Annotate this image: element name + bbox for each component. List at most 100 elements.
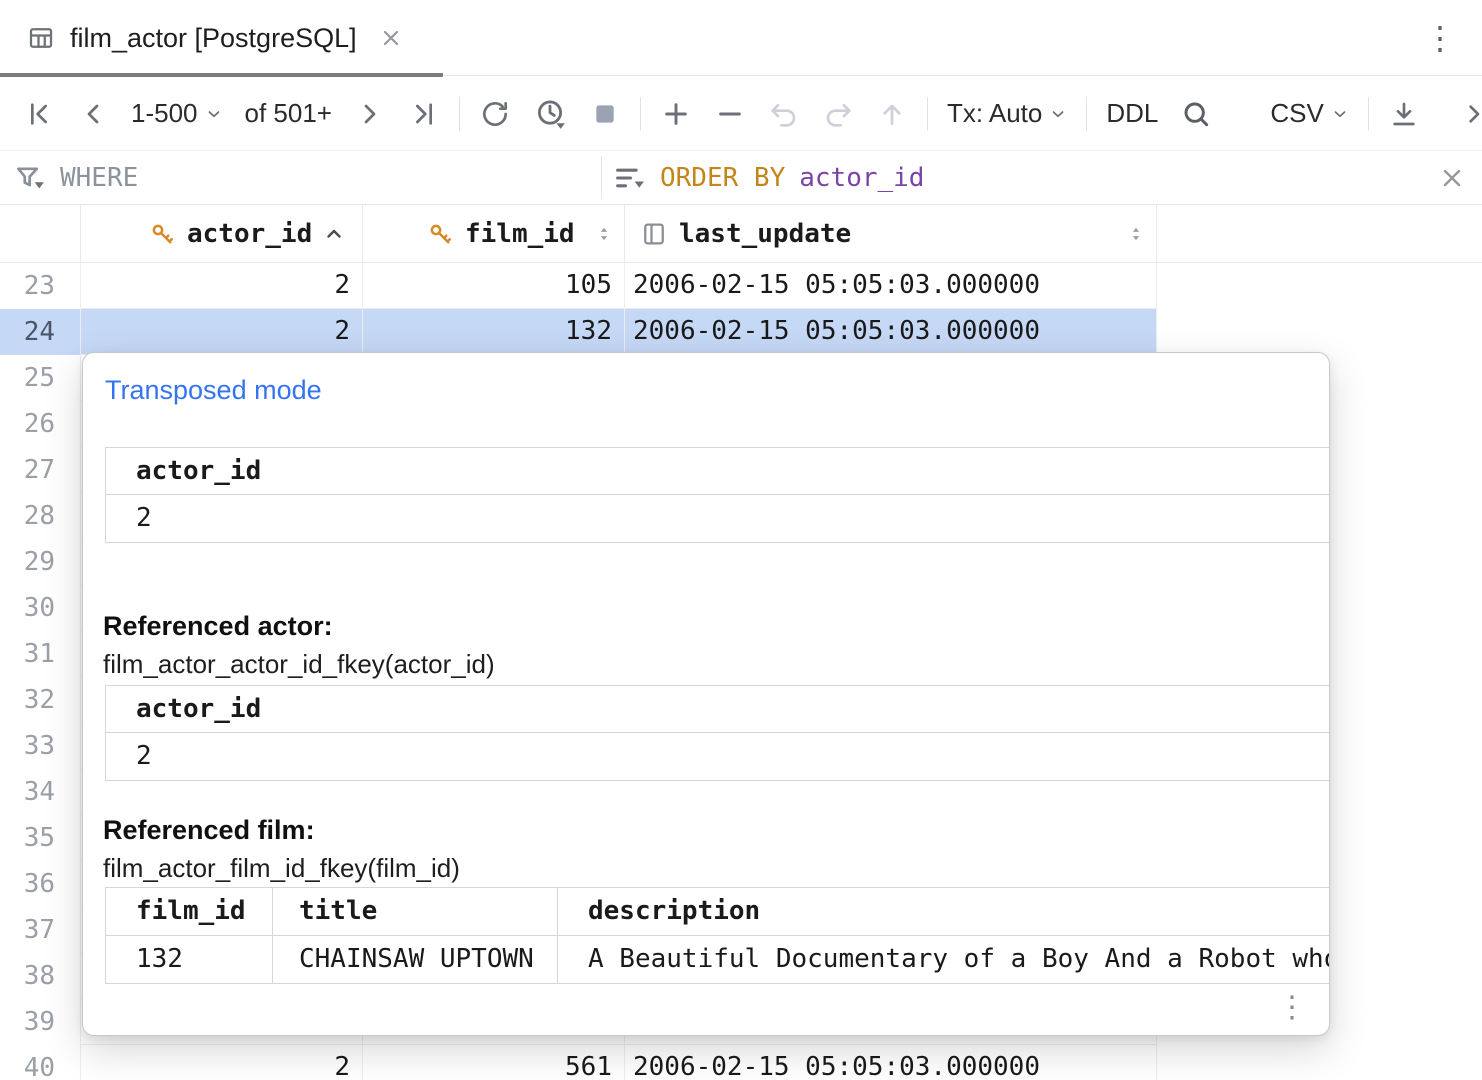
column-header-film-id[interactable]: film_id bbox=[363, 205, 625, 262]
order-by-field[interactable]: ORDER BY actor_id bbox=[612, 151, 924, 204]
add-row-button[interactable] bbox=[657, 95, 695, 133]
column-label: last_update bbox=[679, 219, 851, 249]
table-row[interactable]: 2321052006-02-15 05:05:03.000000 bbox=[0, 263, 1482, 309]
previous-page-button[interactable] bbox=[74, 95, 112, 133]
refresh-button[interactable] bbox=[476, 95, 514, 133]
row-number[interactable]: 27 bbox=[0, 447, 80, 493]
transposed-mode-link[interactable]: Transposed mode bbox=[105, 375, 322, 406]
film-table-cell: 132 bbox=[106, 936, 272, 983]
ddl-button[interactable]: DDL bbox=[1103, 95, 1161, 132]
cell-film-id[interactable]: 561 bbox=[363, 1045, 625, 1080]
cell-actor-id[interactable]: 2 bbox=[80, 263, 363, 309]
row-number[interactable]: 28 bbox=[0, 493, 80, 539]
export-format-selector[interactable]: CSV bbox=[1267, 95, 1351, 132]
filter-bar: WHERE ORDER BY actor_id bbox=[0, 151, 1482, 205]
sort-ascending-icon bbox=[322, 222, 346, 246]
column-header-last-update[interactable]: last_update bbox=[625, 205, 1157, 262]
arrow-up-icon bbox=[876, 98, 908, 130]
row-number[interactable]: 23 bbox=[0, 263, 80, 309]
film-table-header: film_id bbox=[106, 888, 272, 935]
value-table-cell: 2 bbox=[106, 495, 1329, 542]
film-table-cell: CHAINSAW UPTOWN bbox=[272, 936, 557, 983]
toolbar-separator bbox=[640, 97, 641, 131]
cell-last-update[interactable]: 2006-02-15 05:05:03.000000 bbox=[625, 309, 1157, 355]
search-icon bbox=[1180, 98, 1212, 130]
auto-refresh-button[interactable] bbox=[530, 94, 570, 134]
chevron-right-icon bbox=[1458, 98, 1482, 130]
submit-button[interactable] bbox=[873, 95, 911, 133]
grid-header-row: actor_id film_id last_update bbox=[0, 205, 1482, 263]
table-row[interactable]: 4025612006-02-15 05:05:03.000000 bbox=[0, 1045, 1482, 1080]
sort-both-icon bbox=[594, 224, 614, 244]
download-icon bbox=[1388, 98, 1420, 130]
row-number[interactable]: 33 bbox=[0, 723, 80, 769]
cell-value-table: actor_id 2 bbox=[105, 447, 1329, 543]
order-by-keyword: ORDER BY bbox=[660, 163, 785, 193]
referenced-actor-table: actor_id 2 bbox=[105, 685, 1329, 781]
cell-actor-id[interactable]: 2 bbox=[80, 1045, 363, 1080]
referenced-film-title: Referenced film: bbox=[103, 815, 315, 846]
tab-film-actor[interactable]: film_actor [PostgreSQL] bbox=[0, 0, 443, 76]
column-icon bbox=[639, 219, 669, 249]
next-page-button[interactable] bbox=[351, 95, 389, 133]
tab-bar: film_actor [PostgreSQL] ⋮ bbox=[0, 0, 1482, 76]
revert-icon bbox=[822, 98, 854, 130]
row-number[interactable]: 36 bbox=[0, 861, 80, 907]
where-filter-field[interactable]: WHERE bbox=[12, 151, 138, 204]
close-icon[interactable] bbox=[1438, 164, 1466, 192]
key-icon bbox=[147, 219, 177, 249]
cell-film-id[interactable]: 105 bbox=[363, 263, 625, 309]
popup-more-icon[interactable]: ⋮ bbox=[1277, 993, 1307, 1023]
row-number[interactable]: 39 bbox=[0, 999, 80, 1045]
column-header-actor-id[interactable]: actor_id bbox=[80, 205, 363, 262]
cell-actor-id[interactable]: 2 bbox=[80, 309, 363, 355]
search-button[interactable] bbox=[1177, 95, 1215, 133]
film-table-header: title bbox=[272, 888, 557, 935]
last-page-icon bbox=[408, 98, 440, 130]
referenced-actor-title: Referenced actor: bbox=[103, 611, 333, 642]
first-page-icon bbox=[23, 98, 55, 130]
refresh-icon bbox=[479, 98, 511, 130]
sort-both-icon bbox=[1126, 224, 1146, 244]
export-button[interactable] bbox=[1385, 95, 1423, 133]
row-number[interactable]: 30 bbox=[0, 585, 80, 631]
page-size-selector[interactable]: 1-500 bbox=[128, 95, 226, 132]
row-number[interactable]: 35 bbox=[0, 815, 80, 861]
filter-icon bbox=[12, 161, 46, 195]
row-number[interactable]: 24 bbox=[0, 309, 80, 355]
row-number[interactable]: 25 bbox=[0, 355, 80, 401]
row-number[interactable]: 40 bbox=[0, 1045, 80, 1080]
row-number[interactable]: 38 bbox=[0, 953, 80, 999]
total-rows-button[interactable]: of 501+ bbox=[242, 95, 335, 132]
row-number[interactable]: 32 bbox=[0, 677, 80, 723]
sort-both-icon bbox=[1126, 224, 1146, 244]
order-by-column: actor_id bbox=[799, 163, 924, 193]
table-row-selected[interactable]: 2421322006-02-15 05:05:03.000000 bbox=[0, 309, 1482, 355]
row-number[interactable]: 26 bbox=[0, 401, 80, 447]
row-number[interactable]: 29 bbox=[0, 539, 80, 585]
last-page-button[interactable] bbox=[405, 95, 443, 133]
revert-button[interactable] bbox=[819, 95, 857, 133]
film-table-row: 132 CHAINSAW UPTOWN A Beautiful Document… bbox=[106, 936, 1329, 983]
more-menu-icon[interactable]: ⋮ bbox=[1424, 22, 1456, 54]
cell-film-id[interactable]: 132 bbox=[363, 309, 625, 355]
undo-button[interactable] bbox=[765, 95, 803, 133]
chevron-down-icon bbox=[1331, 105, 1349, 123]
row-number[interactable]: 31 bbox=[0, 631, 80, 677]
cell-last-update[interactable]: 2006-02-15 05:05:03.000000 bbox=[625, 1045, 1157, 1080]
toolbar: 1-500 of 501+ Tx: Auto DDL CSV bbox=[0, 77, 1482, 151]
delete-row-button[interactable] bbox=[711, 95, 749, 133]
close-icon[interactable] bbox=[379, 26, 403, 50]
row-number[interactable]: 37 bbox=[0, 907, 80, 953]
row-number[interactable]: 34 bbox=[0, 769, 80, 815]
chevron-right-icon bbox=[354, 98, 386, 130]
first-page-button[interactable] bbox=[20, 95, 58, 133]
column-label: actor_id bbox=[187, 219, 312, 249]
cell-last-update[interactable]: 2006-02-15 05:05:03.000000 bbox=[625, 263, 1157, 309]
filter-divider bbox=[601, 156, 602, 199]
stop-button[interactable] bbox=[586, 95, 624, 133]
transaction-mode-selector[interactable]: Tx: Auto bbox=[944, 95, 1070, 132]
undo-icon bbox=[768, 98, 800, 130]
table-icon bbox=[26, 23, 56, 53]
toolbar-overflow-button[interactable] bbox=[1455, 95, 1482, 133]
